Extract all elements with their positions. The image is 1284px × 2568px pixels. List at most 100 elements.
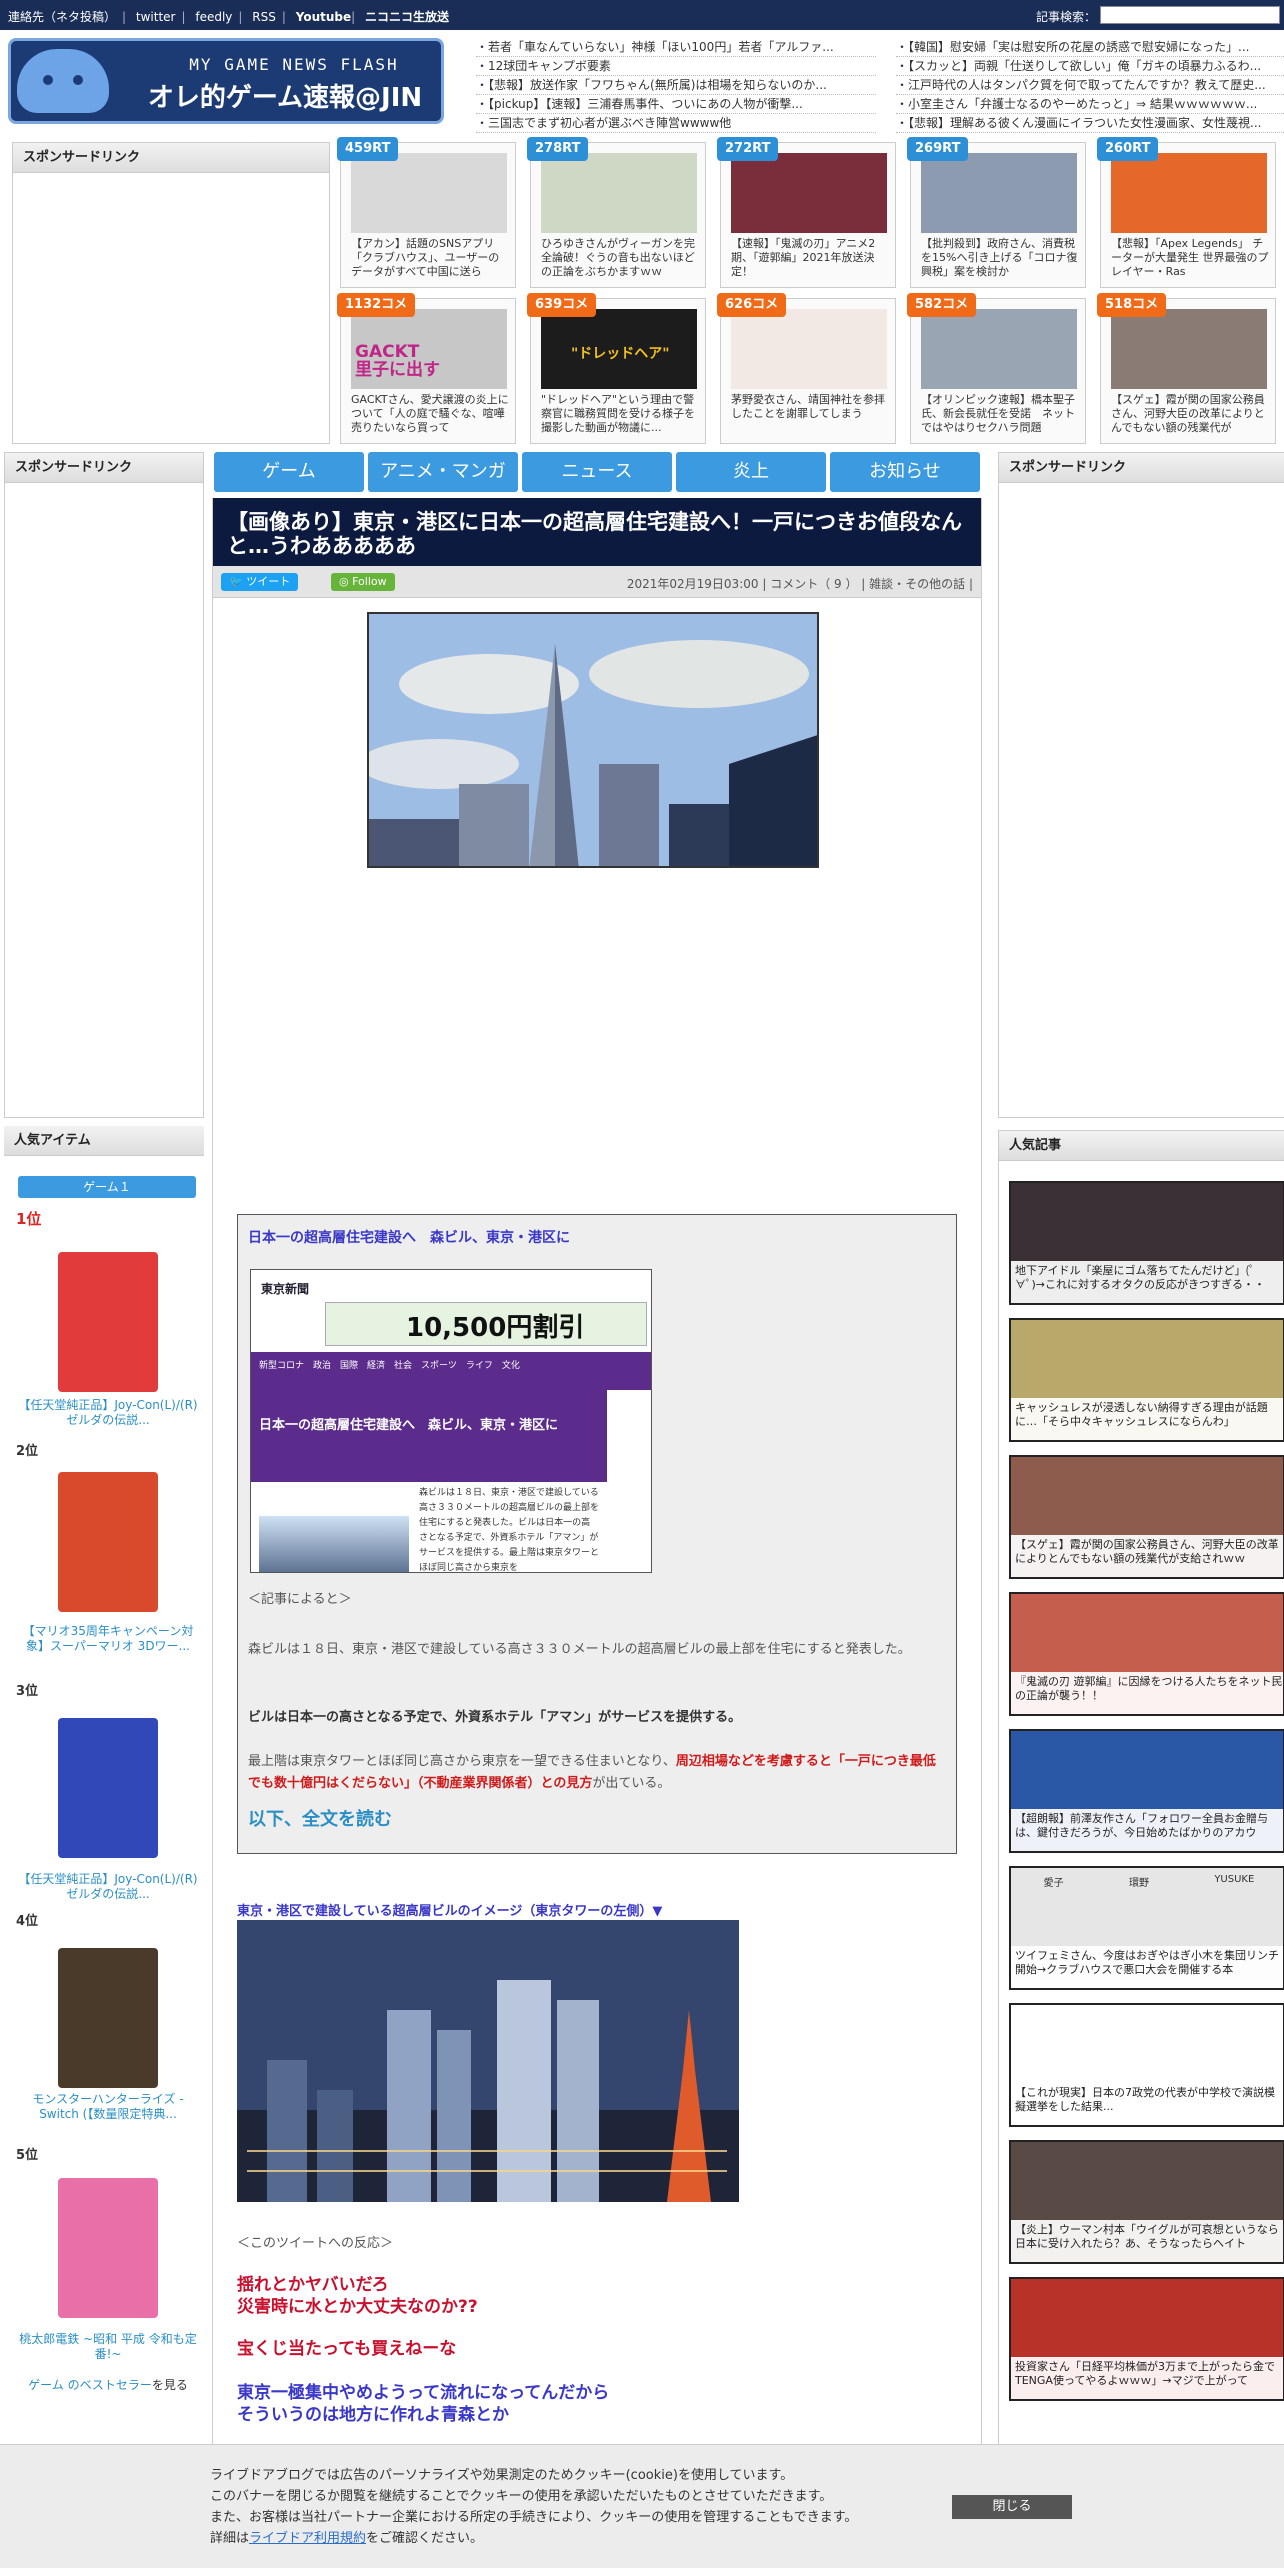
sponsor-box-right: スポンサードリンク <box>998 452 1284 1118</box>
sponsor-label: スポンサードリンク <box>999 453 1284 483</box>
item-product-image[interactable] <box>58 2178 158 2318</box>
news-body: 森ビルは１８日、東京・港区で建設している高さ３３０メートルの超高層ビルの最上部を… <box>419 1488 600 1573</box>
tweet-button[interactable]: 🐦 ツイート <box>221 573 299 591</box>
trending-card[interactable]: 272RT 【速報】「鬼滅の刃」アニメ2期、「遊郭編」2021年放送決定！ <box>717 137 896 288</box>
headline-link[interactable]: 若者「車なんていらない」神様「ほい100円」若者「アルファ... <box>476 38 876 57</box>
trending-thumbnail <box>351 153 507 233</box>
sponsor-box-left: スポンサードリンク <box>4 452 204 1118</box>
cookie-line-1: ライブドアブログでは広告のパーソナライズや効果測定のためクッキー(cookie)… <box>210 2468 794 2483</box>
popular-article-title: キャッシュレスが浸透しない納得すぎる理由が話題に…「そら中々キャッシュレスになら… <box>1011 1398 1283 1440</box>
skyline-illustration <box>237 1920 739 2202</box>
cookie-l4-post: をご確認ください。 <box>366 2531 484 2546</box>
headline-link[interactable]: 【スカッと】両親「仕送りして欲しい」俺「ガキの頃暴力ふるわ... <box>896 57 1284 76</box>
headline-link[interactable]: 三国志でまず初心者が選ぶべき陣営wwww他 <box>476 114 876 133</box>
item-title-link[interactable]: 【任天堂純正品】Joy-Con(L)/(R) ゼルダの伝説... <box>16 1872 200 1902</box>
comment-link[interactable]: コメント（ 9 ） <box>770 577 857 591</box>
tab-enjou[interactable]: 炎上 <box>676 452 826 492</box>
article-title[interactable]: 【画像あり】東京・港区に日本一の超高層住宅建設へ！一戸につきお値段なんと…うわあ… <box>213 498 981 566</box>
item-title-link[interactable]: モンスターハンターライズ -Switch (【数量限定特典... <box>16 2092 200 2122</box>
popular-article-card[interactable]: 愛子 環野 YUSUKE ツイフェミさん、今度はおぎやはぎ小木を集団リンチ開始→クラブ… <box>1009 1866 1284 1990</box>
popular-article-card[interactable]: キャッシュレスが浸透しない納得すぎる理由が話題に…「そら中々キャッシュレスになら… <box>1009 1318 1284 1442</box>
tab-game[interactable]: ゲーム <box>214 452 364 492</box>
popular-article-card[interactable]: 【炎上】ウーマン村本「ウイグルが可哀想というなら日本に受け入れたら？あ、そうなっ… <box>1009 2140 1284 2264</box>
popular-article-card[interactable]: 【スゲェ】霞が関の国家公務員さん、河野大臣の改革によりとんでもない額の残業代が支… <box>1009 1455 1284 1579</box>
terms-link[interactable]: ライブドア利用規約 <box>249 2531 366 2546</box>
trending-card[interactable]: 626コメ 茅野愛衣さん、靖国神社を参拝したことを謝罪してしまう <box>717 293 896 444</box>
youtube-link[interactable]: Youtube <box>296 10 351 24</box>
trending-card[interactable]: 459RT 【アカン】話題のSNSアプリ「クラブハウス」、ユーザーのデータがすべて… <box>337 137 516 288</box>
cookie-banner: ライブドアブログでは広告のパーソナライズや効果測定のためクッキー(cookie)… <box>0 2444 1284 2568</box>
headline-link[interactable]: 【韓国】慰安婦「実は慰安所の花屋の誘惑で慰安婦になった」... <box>896 38 1284 57</box>
headline-link[interactable]: 小室圭さん「弁護士なるのやーめたっと」⇒ 結果ｗｗｗｗｗｗ... <box>896 95 1284 114</box>
sponsor-label: スポンサードリンク <box>5 453 203 483</box>
item-product-image[interactable] <box>58 1252 158 1392</box>
popular-article-title: 『鬼滅の刃 遊郭編』に因縁をつける人たちをネット民の正論が襲う！！ <box>1011 1672 1283 1714</box>
trending-thumbnail <box>1111 153 1267 233</box>
retweet-count-badge: 459RT <box>337 137 399 161</box>
headline-link[interactable]: 【悲報】理解ある彼くん漫画にイラついた女性漫画家、女性蔑視... <box>896 114 1284 133</box>
card-name: YUSUKE <box>1214 1874 1255 1885</box>
trending-card[interactable]: 582コメ 【オリンピック速報】橋本聖子氏、新会長就任を受諾 ネットではやはりセク… <box>907 293 1086 444</box>
site-logo[interactable]: MY GAME NEWS FLASH オレ的ゲーム速報@JIN <box>8 38 444 124</box>
item-product-image[interactable] <box>58 1718 158 1858</box>
read-more-link[interactable]: 以下、全文を読む <box>248 1805 392 1831</box>
niconico-link[interactable]: ニコニコ生放送 <box>365 10 449 24</box>
trending-card[interactable]: 260RT 【悲報】「Apex Legends」 チーターが大量発生 世界最強のプ… <box>1097 137 1276 288</box>
popular-article-title: 【これが現実】日本の7政党の代表が中学校で演説模擬選挙をした結果... <box>1011 2083 1283 2125</box>
reaction-1: 揺れとかヤバいだろ 災害時に水とか大丈夫なのか?? <box>237 2275 478 2317</box>
item-product-image[interactable] <box>58 1948 158 2088</box>
news-photo <box>259 1516 409 1572</box>
trending-title: 【アカン】話題のSNSアプリ「クラブハウス」、ユーザーのデータがすべて中国に送ら <box>351 237 500 278</box>
headline-link[interactable]: 江戸時代の人はタンパク質を何で取ってたんですか？教えて歴史... <box>896 76 1284 95</box>
contact-link[interactable]: 連絡先（ネタ投稿） <box>8 10 116 24</box>
feedly-link[interactable]: feedly <box>195 10 232 24</box>
tweet-label: ツイート <box>246 575 291 588</box>
item-title-link[interactable]: 【マリオ35周年キャンペーン対象】スーパーマリオ 3Dワー... <box>16 1624 200 1654</box>
popular-article-card[interactable]: 投資家さん「日経平均株価が3万まで上がったら金でTENGA使ってやるよｗｗｗ」→… <box>1009 2277 1284 2401</box>
headline-link[interactable]: 12球団キャンプボ要素 <box>476 57 876 76</box>
popular-article-card[interactable]: 【これが現実】日本の7政党の代表が中学校で演説模擬選挙をした結果... <box>1009 2003 1284 2127</box>
retweet-count-badge: 278RT <box>527 137 589 161</box>
item-title-link[interactable]: 桃太郎電鉄 ~昭和 平成 令和も定番!~ <box>16 2332 200 2362</box>
item-rank: 1位 <box>16 1210 42 1228</box>
game1-button[interactable]: ゲーム１ <box>18 1176 196 1198</box>
cookie-close-button[interactable]: 閉じる <box>952 2495 1072 2519</box>
item-rank: 5位 <box>16 2148 39 2163</box>
popular-items-header: 人気アイテム <box>4 1126 204 1156</box>
item-rank: 4位 <box>16 1914 39 1929</box>
card-name: 愛子 <box>1043 1878 1064 1889</box>
popular-article-title: 投資家さん「日経平均株価が3万まで上がったら金でTENGA使ってやるよｗｗｗ」→… <box>1011 2357 1283 2399</box>
bestseller-link[interactable]: ゲーム のベストセラー <box>28 2378 152 2392</box>
item-title-link[interactable]: 【任天堂純正品】Joy-Con(L)/(R) ゼルダの伝説... <box>16 1398 200 1428</box>
cookie-line-4: 詳細はライブドア利用規約をご確認ください。 <box>210 2528 857 2549</box>
trending-title: GACKTさん、愛犬譲渡の炎上について「人の庭で騒ぐな、喧嘩売りたいなら買って <box>351 393 509 434</box>
trending-card[interactable]: "ドレッドヘア" 639コメ "ドレッドヘア"という理由で警察官に職務質問を受ける様… <box>527 293 706 444</box>
tab-news[interactable]: ニュース <box>522 452 672 492</box>
popular-article-card[interactable]: 『鬼滅の刃 遊郭編』に因縁をつける人たちをネット民の正論が襲う！！ <box>1009 1592 1284 1716</box>
reaction-label: ＜このツイートへの反応＞ <box>237 2236 394 2251</box>
headline-link[interactable]: 【悲報】放送作家「フワちゃん(無所属)は相場を知らないのか... <box>476 76 876 95</box>
popular-article-card[interactable]: 地下アイドル「楽屋にゴム落ちてたんだけど」(ﾟ∀ﾟ)→これに対するオタクの反応が… <box>1009 1181 1284 1305</box>
category-nav: ゲーム アニメ・マンガ ニュース 炎上 お知らせ <box>214 452 980 492</box>
twitter-link[interactable]: twitter <box>136 10 176 24</box>
trending-card[interactable]: GACKT 里子に出す 1132コメ GACKTさん、愛犬譲渡の炎上について「人の庭… <box>337 293 516 444</box>
tab-anime-manga[interactable]: アニメ・マンガ <box>368 452 518 492</box>
cookie-line-2: このバナーを閉じるか閲覧を継続することでクッキーの使用を承認いただいたものとさせ… <box>210 2489 833 2504</box>
cookie-text: ライブドアブログでは広告のパーソナライズや効果測定のためクッキー(cookie)… <box>210 2465 857 2549</box>
tab-notice[interactable]: お知らせ <box>830 452 980 492</box>
item-product-image[interactable] <box>58 1472 158 1612</box>
rss-link[interactable]: RSS <box>252 10 276 24</box>
trending-card[interactable]: 278RT ひろゆきさんがヴィーガンを完全論破！ぐうの音も出ないほどの正論をぶちか… <box>527 137 706 288</box>
follow-button[interactable]: ◎ Follow <box>331 573 395 591</box>
search-input[interactable] <box>1100 6 1280 24</box>
logo-subtitle: MY GAME NEWS FLASH <box>189 55 399 74</box>
category-link[interactable]: 雑談・その他の話 <box>869 577 965 591</box>
article-date: 2021年02月19日03:00 <box>626 577 759 591</box>
headline-link[interactable]: 【pickup】【速報】三浦春馬事件、ついにあの人物が衝撃... <box>476 95 876 114</box>
popular-article-card[interactable]: 【超朗報】前澤友作さん「フォロワー全員お金贈与は、鍵付きだろうが、今日始めたばか… <box>1009 1729 1284 1853</box>
retweet-count-badge: 269RT <box>907 137 969 161</box>
trending-card[interactable]: 269RT 【批判殺到】政府さん、消費税を15%へ引き上げる「コロナ復興税」案を検… <box>907 137 1086 288</box>
retweet-count-badge: 260RT <box>1097 137 1159 161</box>
quote-heading[interactable]: 日本一の超高層住宅建設へ 森ビル、東京・港区に <box>248 1227 570 1247</box>
trending-card[interactable]: 518コメ 【スゲェ】霞が関の国家公務員さん、河野大臣の改革によりとんでもない額の… <box>1097 293 1276 444</box>
